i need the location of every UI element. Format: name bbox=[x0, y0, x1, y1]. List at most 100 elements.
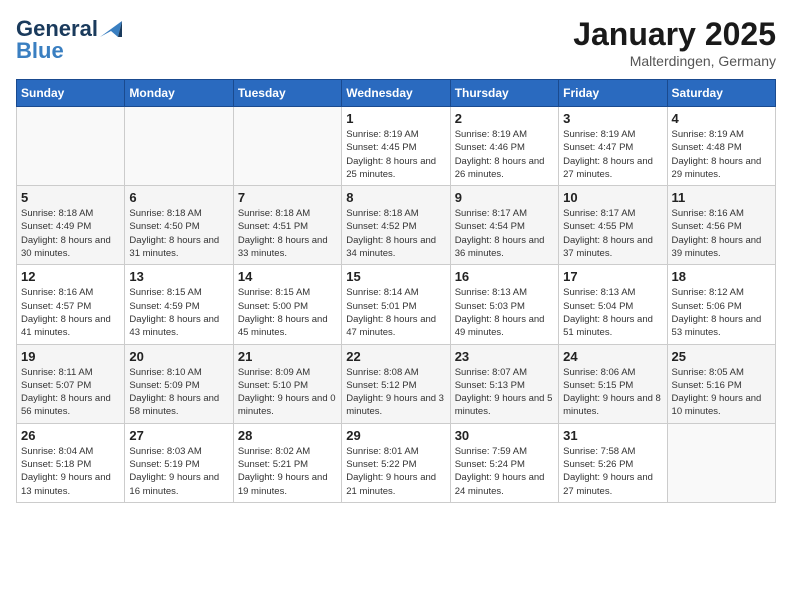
day-number: 31 bbox=[563, 428, 662, 443]
day-info: Sunrise: 8:13 AM Sunset: 5:03 PM Dayligh… bbox=[455, 286, 554, 339]
calendar-cell: 24 Sunrise: 8:06 AM Sunset: 5:15 PM Dayli… bbox=[559, 344, 667, 423]
day-info: Sunrise: 8:12 AM Sunset: 5:06 PM Dayligh… bbox=[672, 286, 771, 339]
day-number: 21 bbox=[238, 349, 337, 364]
day-info: Sunrise: 8:18 AM Sunset: 4:52 PM Dayligh… bbox=[346, 207, 445, 260]
calendar-cell: 11Sunrise: 8:16 AM Sunset: 4:56 PM Dayli… bbox=[667, 186, 775, 265]
calendar-cell: 26 Sunrise: 8:04 AM Sunset: 5:18 PM Dayli… bbox=[17, 423, 125, 502]
day-number: 13 bbox=[129, 269, 228, 284]
day-info: Sunrise: 8:02 AM Sunset: 5:21 PM Dayligh… bbox=[238, 445, 337, 498]
calendar-table: SundayMondayTuesdayWednesdayThursdayFrid… bbox=[16, 79, 776, 503]
logo-blue: Blue bbox=[16, 38, 64, 64]
calendar-cell: 17 Sunrise: 8:13 AM Sunset: 5:04 PM Dayli… bbox=[559, 265, 667, 344]
day-info: Sunrise: 8:03 AM Sunset: 5:19 PM Dayligh… bbox=[129, 445, 228, 498]
day-number: 8 bbox=[346, 190, 445, 205]
day-info: Sunrise: 8:06 AM Sunset: 5:15 PM Dayligh… bbox=[563, 366, 662, 419]
calendar-header-wednesday: Wednesday bbox=[342, 80, 450, 107]
calendar-cell: 20 Sunrise: 8:10 AM Sunset: 5:09 PM Dayli… bbox=[125, 344, 233, 423]
day-number: 30 bbox=[455, 428, 554, 443]
day-number: 23 bbox=[455, 349, 554, 364]
day-info: Sunrise: 8:19 AM Sunset: 4:46 PM Dayligh… bbox=[455, 128, 554, 181]
day-info: Sunrise: 8:08 AM Sunset: 5:12 PM Dayligh… bbox=[346, 366, 445, 419]
title-block: January 2025 Malterdingen, Germany bbox=[573, 16, 776, 69]
calendar-cell: 4 Sunrise: 8:19 AM Sunset: 4:48 PM Daylig… bbox=[667, 107, 775, 186]
calendar-header-row: SundayMondayTuesdayWednesdayThursdayFrid… bbox=[17, 80, 776, 107]
day-number: 19 bbox=[21, 349, 120, 364]
day-info: Sunrise: 8:18 AM Sunset: 4:50 PM Dayligh… bbox=[129, 207, 228, 260]
calendar-cell bbox=[17, 107, 125, 186]
calendar-cell: 5 Sunrise: 8:18 AM Sunset: 4:49 PM Daylig… bbox=[17, 186, 125, 265]
calendar-week-row: 5 Sunrise: 8:18 AM Sunset: 4:49 PM Daylig… bbox=[17, 186, 776, 265]
calendar-week-row: 19 Sunrise: 8:11 AM Sunset: 5:07 PM Dayli… bbox=[17, 344, 776, 423]
logo-bird-icon bbox=[100, 21, 122, 37]
calendar-cell: 31Sunrise: 7:58 AM Sunset: 5:26 PM Dayli… bbox=[559, 423, 667, 502]
calendar-cell: 14 Sunrise: 8:15 AM Sunset: 5:00 PM Dayli… bbox=[233, 265, 341, 344]
calendar-header-saturday: Saturday bbox=[667, 80, 775, 107]
day-number: 12 bbox=[21, 269, 120, 284]
calendar-header-monday: Monday bbox=[125, 80, 233, 107]
logo: General Blue bbox=[16, 16, 122, 64]
calendar-cell: 25 Sunrise: 8:05 AM Sunset: 5:16 PM Dayli… bbox=[667, 344, 775, 423]
day-number: 4 bbox=[672, 111, 771, 126]
calendar-cell: 13 Sunrise: 8:15 AM Sunset: 4:59 PM Dayli… bbox=[125, 265, 233, 344]
day-number: 18 bbox=[672, 269, 771, 284]
calendar-cell: 6 Sunrise: 8:18 AM Sunset: 4:50 PM Daylig… bbox=[125, 186, 233, 265]
calendar-cell: 29 Sunrise: 8:01 AM Sunset: 5:22 PM Dayli… bbox=[342, 423, 450, 502]
calendar-cell: 9 Sunrise: 8:17 AM Sunset: 4:54 PM Daylig… bbox=[450, 186, 558, 265]
day-info: Sunrise: 8:10 AM Sunset: 5:09 PM Dayligh… bbox=[129, 366, 228, 419]
day-number: 10 bbox=[563, 190, 662, 205]
calendar-cell: 8 Sunrise: 8:18 AM Sunset: 4:52 PM Daylig… bbox=[342, 186, 450, 265]
calendar-cell bbox=[233, 107, 341, 186]
day-info: Sunrise: 8:15 AM Sunset: 5:00 PM Dayligh… bbox=[238, 286, 337, 339]
day-info: Sunrise: 8:17 AM Sunset: 4:55 PM Dayligh… bbox=[563, 207, 662, 260]
calendar-cell: 10 Sunrise: 8:17 AM Sunset: 4:55 PM Dayli… bbox=[559, 186, 667, 265]
calendar-cell: 2 Sunrise: 8:19 AM Sunset: 4:46 PM Daylig… bbox=[450, 107, 558, 186]
calendar-cell: 23 Sunrise: 8:07 AM Sunset: 5:13 PM Dayli… bbox=[450, 344, 558, 423]
calendar-cell: 1 Sunrise: 8:19 AM Sunset: 4:45 PM Daylig… bbox=[342, 107, 450, 186]
day-number: 3 bbox=[563, 111, 662, 126]
day-info: Sunrise: 8:19 AM Sunset: 4:48 PM Dayligh… bbox=[672, 128, 771, 181]
calendar-week-row: 1 Sunrise: 8:19 AM Sunset: 4:45 PM Daylig… bbox=[17, 107, 776, 186]
day-number: 5 bbox=[21, 190, 120, 205]
day-info: Sunrise: 8:04 AM Sunset: 5:18 PM Dayligh… bbox=[21, 445, 120, 498]
day-info: Sunrise: 8:19 AM Sunset: 4:47 PM Dayligh… bbox=[563, 128, 662, 181]
day-number: 17 bbox=[563, 269, 662, 284]
day-info: Sunrise: 8:01 AM Sunset: 5:22 PM Dayligh… bbox=[346, 445, 445, 498]
day-info: Sunrise: 8:16 AM Sunset: 4:56 PM Dayligh… bbox=[672, 207, 771, 260]
day-info: Sunrise: 8:13 AM Sunset: 5:04 PM Dayligh… bbox=[563, 286, 662, 339]
day-number: 9 bbox=[455, 190, 554, 205]
day-number: 26 bbox=[21, 428, 120, 443]
day-number: 1 bbox=[346, 111, 445, 126]
day-info: Sunrise: 8:17 AM Sunset: 4:54 PM Dayligh… bbox=[455, 207, 554, 260]
calendar-header-friday: Friday bbox=[559, 80, 667, 107]
day-number: 20 bbox=[129, 349, 228, 364]
calendar-cell: 7Sunrise: 8:18 AM Sunset: 4:51 PM Daylig… bbox=[233, 186, 341, 265]
calendar-cell: 19 Sunrise: 8:11 AM Sunset: 5:07 PM Dayli… bbox=[17, 344, 125, 423]
calendar-cell: 22Sunrise: 8:08 AM Sunset: 5:12 PM Dayli… bbox=[342, 344, 450, 423]
day-number: 6 bbox=[129, 190, 228, 205]
day-number: 24 bbox=[563, 349, 662, 364]
day-number: 16 bbox=[455, 269, 554, 284]
page-header: General Blue January 2025 Malterdingen, … bbox=[16, 16, 776, 69]
day-number: 29 bbox=[346, 428, 445, 443]
day-info: Sunrise: 8:18 AM Sunset: 4:49 PM Dayligh… bbox=[21, 207, 120, 260]
day-number: 25 bbox=[672, 349, 771, 364]
day-info: Sunrise: 8:07 AM Sunset: 5:13 PM Dayligh… bbox=[455, 366, 554, 419]
day-info: Sunrise: 8:19 AM Sunset: 4:45 PM Dayligh… bbox=[346, 128, 445, 181]
day-info: Sunrise: 8:05 AM Sunset: 5:16 PM Dayligh… bbox=[672, 366, 771, 419]
day-info: Sunrise: 8:11 AM Sunset: 5:07 PM Dayligh… bbox=[21, 366, 120, 419]
calendar-week-row: 26 Sunrise: 8:04 AM Sunset: 5:18 PM Dayli… bbox=[17, 423, 776, 502]
location-subtitle: Malterdingen, Germany bbox=[573, 53, 776, 69]
calendar-cell: 15Sunrise: 8:14 AM Sunset: 5:01 PM Dayli… bbox=[342, 265, 450, 344]
day-number: 15 bbox=[346, 269, 445, 284]
day-info: Sunrise: 8:18 AM Sunset: 4:51 PM Dayligh… bbox=[238, 207, 337, 260]
day-number: 14 bbox=[238, 269, 337, 284]
calendar-header-sunday: Sunday bbox=[17, 80, 125, 107]
day-info: Sunrise: 8:15 AM Sunset: 4:59 PM Dayligh… bbox=[129, 286, 228, 339]
calendar-header-tuesday: Tuesday bbox=[233, 80, 341, 107]
month-year-title: January 2025 bbox=[573, 16, 776, 53]
calendar-header-thursday: Thursday bbox=[450, 80, 558, 107]
calendar-cell bbox=[125, 107, 233, 186]
day-info: Sunrise: 8:09 AM Sunset: 5:10 PM Dayligh… bbox=[238, 366, 337, 419]
day-number: 2 bbox=[455, 111, 554, 126]
day-info: Sunrise: 7:59 AM Sunset: 5:24 PM Dayligh… bbox=[455, 445, 554, 498]
